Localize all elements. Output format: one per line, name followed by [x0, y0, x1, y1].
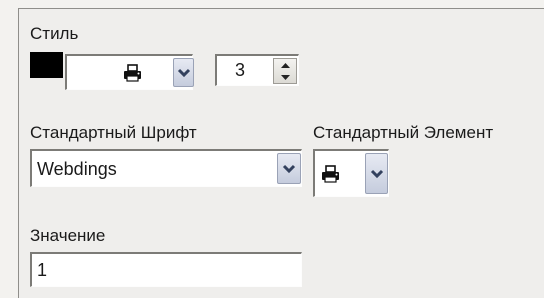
value-input-text: 1: [37, 260, 48, 280]
spin-down-button[interactable]: [274, 71, 296, 83]
font-label: Стандартный Шрифт: [30, 123, 197, 142]
font-dropdown[interactable]: Webdings: [30, 149, 302, 187]
style-element-dropdown-button[interactable]: [173, 58, 194, 87]
font-dropdown-button[interactable]: [277, 153, 301, 184]
value-label: Значение: [30, 226, 106, 245]
printer-icon: [322, 165, 339, 183]
arrow-up-icon: [280, 62, 290, 68]
printer-icon: [124, 64, 141, 82]
style-width-spin-buttons[interactable]: [273, 58, 297, 84]
element-dropdown[interactable]: [313, 149, 389, 197]
chevron-down-icon: [370, 169, 383, 178]
chevron-down-icon: [177, 68, 190, 77]
chevron-down-icon: [282, 164, 296, 173]
style-width-value: 3: [235, 60, 246, 80]
value-input[interactable]: 1: [30, 252, 302, 287]
style-width-spinner[interactable]: 3: [215, 54, 299, 86]
style-label: Стиль: [30, 24, 79, 43]
element-label: Стандартный Элемент: [313, 123, 494, 142]
spin-up-button[interactable]: [274, 59, 296, 71]
style-color-swatch[interactable]: [30, 52, 63, 78]
font-selected-value: Webdings: [37, 159, 117, 179]
element-dropdown-button[interactable]: [365, 153, 388, 194]
arrow-down-icon: [280, 74, 290, 80]
style-element-dropdown[interactable]: [65, 54, 194, 90]
